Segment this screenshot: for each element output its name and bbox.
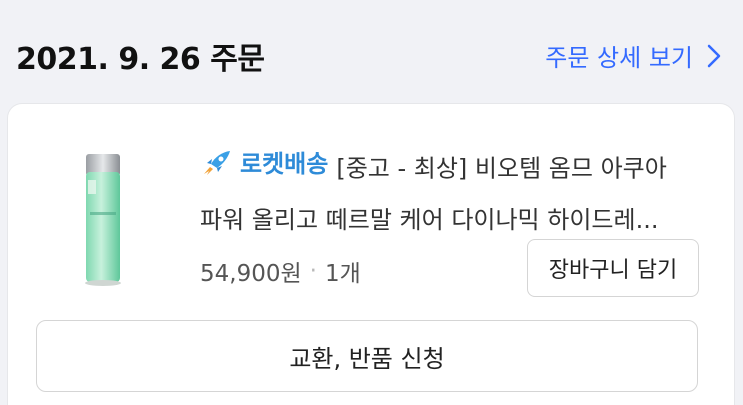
order-date: 2021. 9. 26 주문	[16, 42, 265, 77]
product-price: 54,900원	[200, 261, 302, 287]
product-quantity: 1개	[324, 261, 361, 287]
rocket-delivery-badge: 로켓배송	[200, 144, 328, 179]
order-header: 2021. 9. 26 주문 주문 상세 보기	[0, 0, 743, 104]
exchange-return-request-button[interactable]: 교환, 반품 신청	[36, 320, 698, 392]
product-title-line-1[interactable]: 로켓배송 [중고 - 최상] 비오템 옴므 아쿠아	[200, 144, 667, 184]
order-detail-link[interactable]: 주문 상세 보기	[545, 38, 721, 73]
rocket-delivery-label: 로켓배송	[240, 150, 329, 178]
product-thumbnail[interactable]	[80, 152, 126, 288]
order-detail-label: 주문 상세 보기	[545, 44, 693, 72]
product-title-line-2[interactable]: 파워 올리고 떼르말 케어 다이나믹 하이드레...	[200, 200, 700, 235]
product-title-text-1: [중고 - 최상] 비오템 옴므 아쿠아	[336, 154, 667, 183]
order-item-card: 로켓배송 [중고 - 최상] 비오템 옴므 아쿠아 파워 올리고 떼르말 케어 …	[8, 104, 734, 405]
rocket-icon	[204, 150, 230, 175]
chevron-right-icon	[707, 44, 721, 67]
separator-dot: ·	[309, 258, 317, 284]
price-row: 54,900원 · 1개	[200, 254, 361, 288]
add-to-cart-button[interactable]: 장바구니 담기	[527, 239, 699, 297]
order-page: 2021. 9. 26 주문 주문 상세 보기 로켓배송 [중고 - 최상] 비…	[0, 0, 743, 405]
